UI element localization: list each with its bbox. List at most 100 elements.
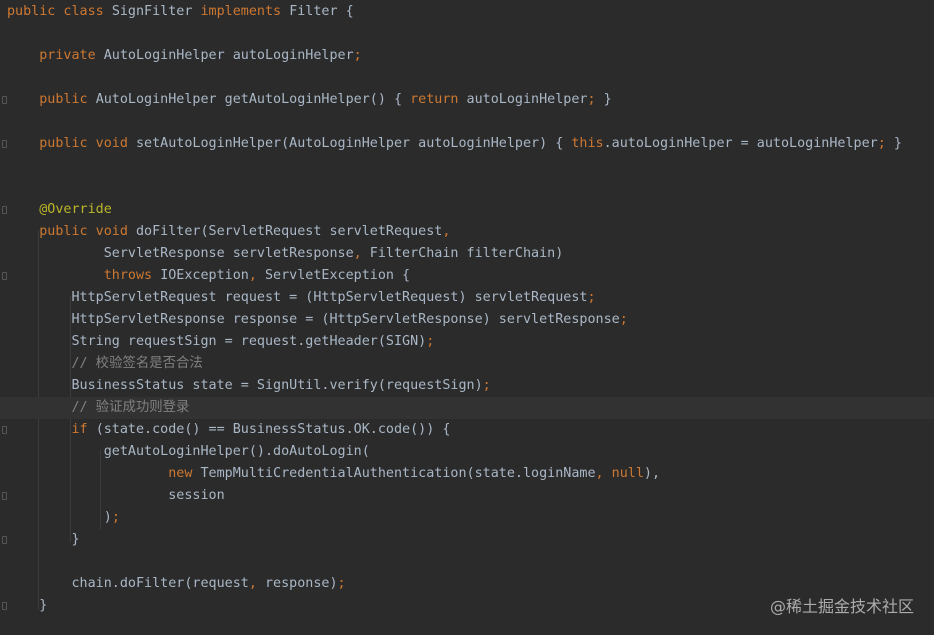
fold-marker-icon[interactable] <box>2 140 7 148</box>
fold-marker-icon[interactable] <box>2 602 7 610</box>
code-line-text: BusinessStatus state = SignUtil.verify(r… <box>7 375 491 397</box>
code-line-text: HttpServletRequest request = (HttpServle… <box>7 287 595 309</box>
code-token: // 校验签名是否合法 <box>7 356 203 371</box>
code-line[interactable]: new TempMultiCredentialAuthentication(st… <box>0 463 934 485</box>
code-line[interactable] <box>0 67 934 89</box>
code-token: HttpServletRequest request = (HttpServle… <box>7 290 588 305</box>
code-line[interactable]: // 验证成功则登录 <box>0 397 934 419</box>
code-token: autoLoginHelper <box>466 92 588 107</box>
code-editor[interactable]: public class SignFilter implements Filte… <box>0 0 934 635</box>
watermark: @稀土掘金技术社区 <box>769 597 914 616</box>
code-token: // 验证成功则登录 <box>7 400 190 415</box>
code-token: String requestSign = request.getHeader(S… <box>7 334 427 349</box>
code-token: SignFilter <box>111 4 201 19</box>
code-token: , <box>248 576 265 591</box>
code-line-text: getAutoLoginHelper().doAutoLogin( <box>7 441 370 463</box>
code-token: } <box>603 92 612 107</box>
code-token: AutoLoginHelper getAutoLoginHelper() { <box>95 92 411 107</box>
code-token: , <box>248 268 265 283</box>
code-token: if <box>7 422 96 437</box>
code-token: ServletException { <box>265 268 411 283</box>
fold-marker-icon[interactable] <box>2 536 7 544</box>
code-line-text: ); <box>7 507 120 529</box>
code-line[interactable]: public class SignFilter implements Filte… <box>0 1 934 23</box>
code-line[interactable] <box>0 177 934 199</box>
code-line[interactable]: throws IOException, ServletException { <box>0 265 934 287</box>
code-line[interactable]: public AutoLoginHelper getAutoLoginHelpe… <box>0 89 934 111</box>
code-line-text: throws IOException, ServletException { <box>7 265 410 287</box>
code-line[interactable] <box>0 155 934 177</box>
code-line-text: } <box>7 595 47 617</box>
code-line[interactable]: getAutoLoginHelper().doAutoLogin( <box>0 441 934 463</box>
code-line[interactable]: String requestSign = request.getHeader(S… <box>0 331 934 353</box>
code-token: private <box>7 48 104 63</box>
code-token: ; <box>482 378 491 393</box>
code-token: FilterChain filterChain) <box>369 246 564 261</box>
code-token: ; <box>619 312 628 327</box>
code-token: ; <box>111 510 120 525</box>
code-token: ; <box>877 136 894 151</box>
code-line-text: chain.doFilter(request, response); <box>7 573 346 595</box>
code-token: setAutoLoginHelper(AutoLoginHelper autoL… <box>136 136 572 151</box>
code-line[interactable]: HttpServletResponse response = (HttpServ… <box>0 309 934 331</box>
code-line[interactable]: HttpServletRequest request = (HttpServle… <box>0 287 934 309</box>
code-token: chain.doFilter(request <box>7 576 249 591</box>
code-line-text: public AutoLoginHelper getAutoLoginHelpe… <box>7 89 612 111</box>
code-token: .autoLoginHelper = autoLoginHelper <box>603 136 878 151</box>
code-line[interactable]: public void setAutoLoginHelper(AutoLogin… <box>0 133 934 155</box>
code-token: ) <box>7 510 112 525</box>
fold-marker-icon[interactable] <box>2 96 7 104</box>
code-line[interactable]: ); <box>0 507 934 529</box>
fold-marker-icon[interactable] <box>2 492 7 500</box>
code-line-text: public void doFilter(ServletRequest serv… <box>7 221 450 243</box>
code-token: (state.code() == BusinessStatus.OK.code(… <box>95 422 451 437</box>
code-line[interactable]: if (state.code() == BusinessStatus.OK.co… <box>0 419 934 441</box>
fold-marker-icon[interactable] <box>2 272 7 280</box>
code-token: return <box>410 92 467 107</box>
code-line-text: HttpServletResponse response = (HttpServ… <box>7 309 628 331</box>
code-line-text: private AutoLoginHelper autoLoginHelper; <box>7 45 362 67</box>
code-line[interactable]: } <box>0 529 934 551</box>
code-line[interactable]: ServletResponse servletResponse, FilterC… <box>0 243 934 265</box>
code-token: IOException <box>160 268 249 283</box>
code-token: AutoLoginHelper autoLoginHelper <box>103 48 354 63</box>
code-line-text: new TempMultiCredentialAuthentication(st… <box>7 463 660 485</box>
code-token: ; <box>337 576 346 591</box>
code-token: getAutoLoginHelper().doAutoLogin( <box>7 444 370 459</box>
code-token: @Override <box>7 202 112 217</box>
code-line[interactable] <box>0 111 934 133</box>
fold-marker-icon[interactable] <box>2 206 7 214</box>
code-token: throws <box>7 268 161 283</box>
code-line-text: } <box>7 529 80 551</box>
code-line[interactable]: chain.doFilter(request, response); <box>0 573 934 595</box>
fold-marker-icon[interactable] <box>2 426 7 434</box>
code-line-text: String requestSign = request.getHeader(S… <box>7 331 434 353</box>
code-line[interactable]: BusinessStatus state = SignUtil.verify(r… <box>0 375 934 397</box>
code-line[interactable]: @Override <box>0 199 934 221</box>
code-token: } <box>7 532 80 547</box>
code-line-text: public class SignFilter implements Filte… <box>7 1 354 23</box>
code-token: public void <box>7 224 136 239</box>
code-line-text: session <box>7 485 224 507</box>
code-token: } <box>7 598 48 613</box>
code-token: ), <box>643 466 661 481</box>
code-line[interactable]: session <box>0 485 934 507</box>
code-line[interactable]: // 校验签名是否合法 <box>0 353 934 375</box>
code-token: this <box>571 136 604 151</box>
code-token: } <box>893 136 902 151</box>
code-token: ; <box>587 92 604 107</box>
code-line[interactable]: public void doFilter(ServletRequest serv… <box>0 221 934 243</box>
code-line[interactable]: private AutoLoginHelper autoLoginHelper; <box>0 45 934 67</box>
code-line-text: if (state.code() == BusinessStatus.OK.co… <box>7 419 450 441</box>
code-line[interactable] <box>0 23 934 45</box>
code-token: TempMultiCredentialAuthentication(state.… <box>200 466 596 481</box>
code-line-text: // 验证成功则登录 <box>7 397 189 419</box>
code-line[interactable] <box>0 551 934 573</box>
code-token: ServletResponse servletResponse <box>7 246 354 261</box>
code-token: Filter { <box>289 4 354 19</box>
code-token: new <box>7 466 201 481</box>
code-token: public <box>7 92 96 107</box>
code-token: implements <box>200 4 290 19</box>
code-token: ; <box>353 48 362 63</box>
code-line-text: // 校验签名是否合法 <box>7 353 203 375</box>
